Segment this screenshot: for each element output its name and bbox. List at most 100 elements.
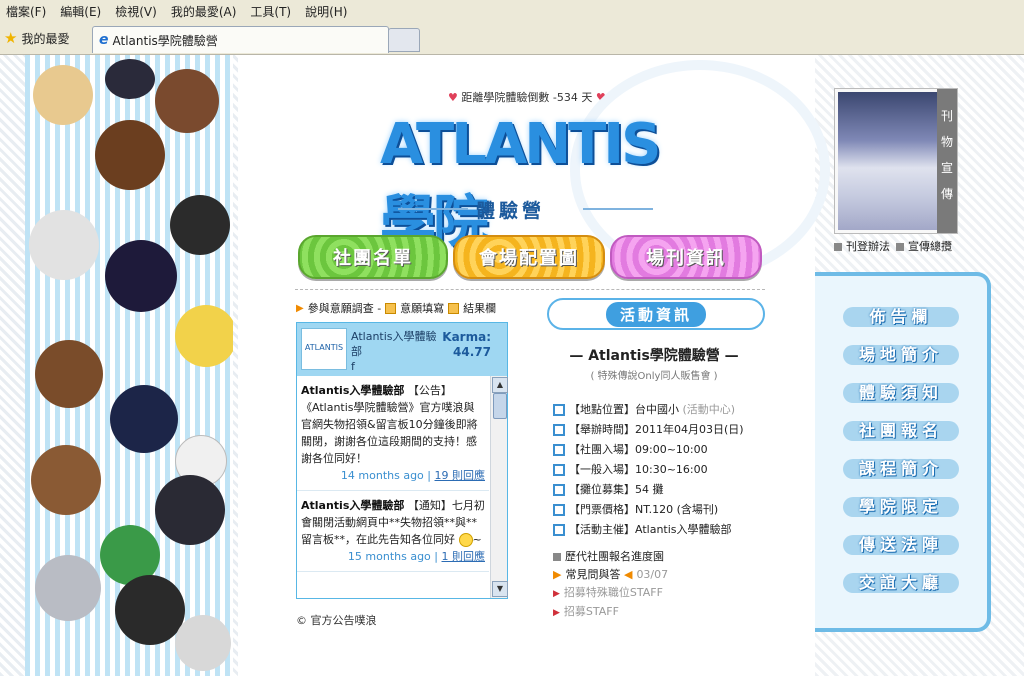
activity-banner-text: 活動資訊	[605, 301, 706, 327]
history-link[interactable]: 歷代社團報名進度園	[553, 548, 668, 566]
square-icon	[448, 302, 460, 314]
browser-tab[interactable]: e Atlantis學院體驗營	[92, 26, 389, 53]
bullet-icon	[553, 424, 565, 436]
square-icon	[385, 302, 397, 314]
bullet-icon	[553, 404, 565, 416]
post-replies-link[interactable]: 1 則回應	[442, 550, 486, 563]
character-head	[110, 385, 178, 453]
info-row: 【門票價格】NT.120 (含場刊)	[553, 500, 744, 520]
character-head	[95, 120, 165, 190]
info-row: 【一般入場】10:30~16:00	[553, 460, 744, 480]
star-icon: ★	[4, 29, 18, 47]
publish-method-link[interactable]: 刊登辦法	[834, 238, 890, 254]
square-icon	[553, 553, 561, 561]
scroll-thumb[interactable]	[493, 393, 507, 419]
menu-help[interactable]: 說明(H)	[305, 3, 347, 20]
karma: Karma: 44.77	[442, 330, 491, 360]
black-cat-icon	[105, 59, 155, 99]
sidebar-menu: 佈告欄 場地簡介 體驗須知 社團報名 課程簡介 學院限定 傳送法陣 交誼大廳	[815, 272, 991, 632]
bullet-icon	[553, 484, 565, 496]
info-text: 【舉辦時間】2011年04月03日(日)	[569, 423, 744, 436]
heart-icon: ♥	[448, 91, 458, 104]
sidebar-item-courses[interactable]: 課程簡介	[843, 459, 959, 479]
favorites-label: 我的最愛	[21, 31, 70, 46]
post-time: 14 months ago	[340, 469, 424, 482]
post-tail: ~	[472, 533, 482, 546]
scroll-down-icon[interactable]: ▼	[492, 581, 508, 597]
result-link[interactable]: 結果欄	[463, 300, 496, 316]
ie-icon: e	[99, 32, 109, 48]
recruit-staff-text: 招募STAFF	[563, 605, 619, 618]
info-text: 【攤位募集】54 攤	[569, 483, 664, 496]
survey-link[interactable]: 參與意願調查 -	[308, 300, 381, 316]
sidebar-item-limited[interactable]: 學院限定	[843, 497, 959, 517]
plurk-name-tail: f	[351, 360, 355, 373]
character-head	[115, 575, 185, 645]
site-logo[interactable]: ATLANTIS學院 體驗營	[378, 110, 688, 255]
publication-side-label: 刊 物 宣 傳	[937, 89, 957, 233]
character-head	[33, 65, 93, 125]
new-tab-button[interactable]	[388, 28, 420, 52]
character-head	[155, 475, 225, 545]
karma-label: Karma:	[442, 330, 491, 344]
scrollbar[interactable]: ▲ ▼	[490, 376, 508, 598]
character-head	[175, 305, 233, 367]
sidebar-item-club-signup[interactable]: 社團報名	[843, 421, 959, 441]
bullet-icon	[553, 464, 565, 476]
recruit-staff-link[interactable]: ▶ 招募STAFF	[553, 603, 668, 622]
club-list-button[interactable]: 社團名單	[298, 235, 448, 279]
copyright-icon: ©	[296, 614, 307, 627]
activity-links: 歷代社團報名進度園 ▶ 常見問與答 ◀ 03/07 ▶ 招募特殊職位STAFF ▶ 招募…	[553, 548, 668, 622]
info-row: 【攤位募集】54 攤	[553, 480, 744, 500]
sidebar-item-lounge[interactable]: 交誼大廳	[843, 573, 959, 593]
plurk-feed[interactable]: Atlantis入學體驗部 【公告】《Atlantis學院體驗營》官方噗浪與官網…	[297, 376, 489, 598]
post-author[interactable]: Atlantis入學體驗部	[301, 384, 404, 397]
divider	[583, 208, 653, 210]
scroll-up-icon[interactable]: ▲	[492, 377, 508, 393]
venue-map-button[interactable]: 會場配置圖	[453, 235, 605, 279]
favorites-button[interactable]: ★ 我的最愛	[4, 29, 69, 47]
menu-tools[interactable]: 工具(T)	[250, 3, 291, 20]
divider	[295, 289, 765, 290]
official-plurk-link[interactable]: © 官方公告噗浪	[296, 612, 377, 628]
faq-link[interactable]: ▶ 常見問與答 ◀ 03/07	[553, 566, 668, 584]
menu-edit[interactable]: 編輯(E)	[60, 3, 101, 20]
faq-date: 03/07	[636, 568, 669, 581]
post-replies-link[interactable]: 19 則回應	[435, 469, 486, 482]
character-head	[29, 210, 99, 280]
activity-title: — Atlantis學院體驗營 —	[569, 348, 739, 364]
menu-file[interactable]: 檔案(F)	[6, 3, 46, 20]
publication-links: 刊登辦法 宣傳總攬	[834, 238, 952, 254]
menu-favorites[interactable]: 我的最愛(A)	[171, 3, 237, 20]
side-char: 傳	[940, 187, 953, 201]
post-author[interactable]: Atlantis入學體驗部	[301, 499, 404, 512]
sidebar-item-portal[interactable]: 傳送法陣	[843, 535, 959, 555]
sidebar-item-venue[interactable]: 場地簡介	[843, 345, 959, 365]
promo-overview-link[interactable]: 宣傳總攬	[896, 238, 952, 254]
side-char: 刊	[940, 109, 953, 123]
favorites-bar: ★ 我的最愛 e Atlantis學院體驗營	[0, 22, 1024, 55]
countdown-text: 距離學院體驗倒數 -534 天	[461, 91, 593, 104]
info-row: 【社團入場】09:00~10:00	[553, 440, 744, 460]
side-char: 物	[940, 135, 953, 149]
recruit-special-link[interactable]: ▶ 招募特殊職位STAFF	[553, 584, 668, 603]
sidebar-item-notice[interactable]: 體驗須知	[843, 383, 959, 403]
info-extra: (活動中心)	[682, 403, 736, 416]
tab-title: Atlantis學院體驗營	[112, 33, 218, 48]
plurk-post: Atlantis入學體驗部 【公告】《Atlantis學院體驗營》官方噗浪與官網…	[297, 376, 489, 491]
fill-link[interactable]: 意願填寫	[400, 300, 444, 316]
info-text: 【活動主催】Atlantis入學體驗部	[569, 523, 732, 536]
character-head	[35, 555, 101, 621]
triangle-icon: ▶	[553, 568, 562, 581]
character-head	[175, 615, 231, 671]
program-info-button[interactable]: 場刊資訊	[610, 235, 762, 279]
plurk-profile[interactable]: Atlantis入學體驗部 f	[351, 329, 443, 374]
plurk-avatar[interactable]: ATLANTIS	[301, 328, 347, 370]
recruit-special-text: 招募特殊職位STAFF	[563, 586, 663, 599]
bullet-icon	[553, 524, 565, 536]
character-head	[170, 195, 230, 255]
survey-links: ▶ 參與意願調查 - 意願填寫 結果欄	[296, 300, 496, 316]
menu-view[interactable]: 檢視(V)	[115, 3, 157, 20]
sidebar-item-bulletin[interactable]: 佈告欄	[843, 307, 959, 327]
publication-ad[interactable]: 刊 物 宣 傳	[834, 88, 958, 234]
